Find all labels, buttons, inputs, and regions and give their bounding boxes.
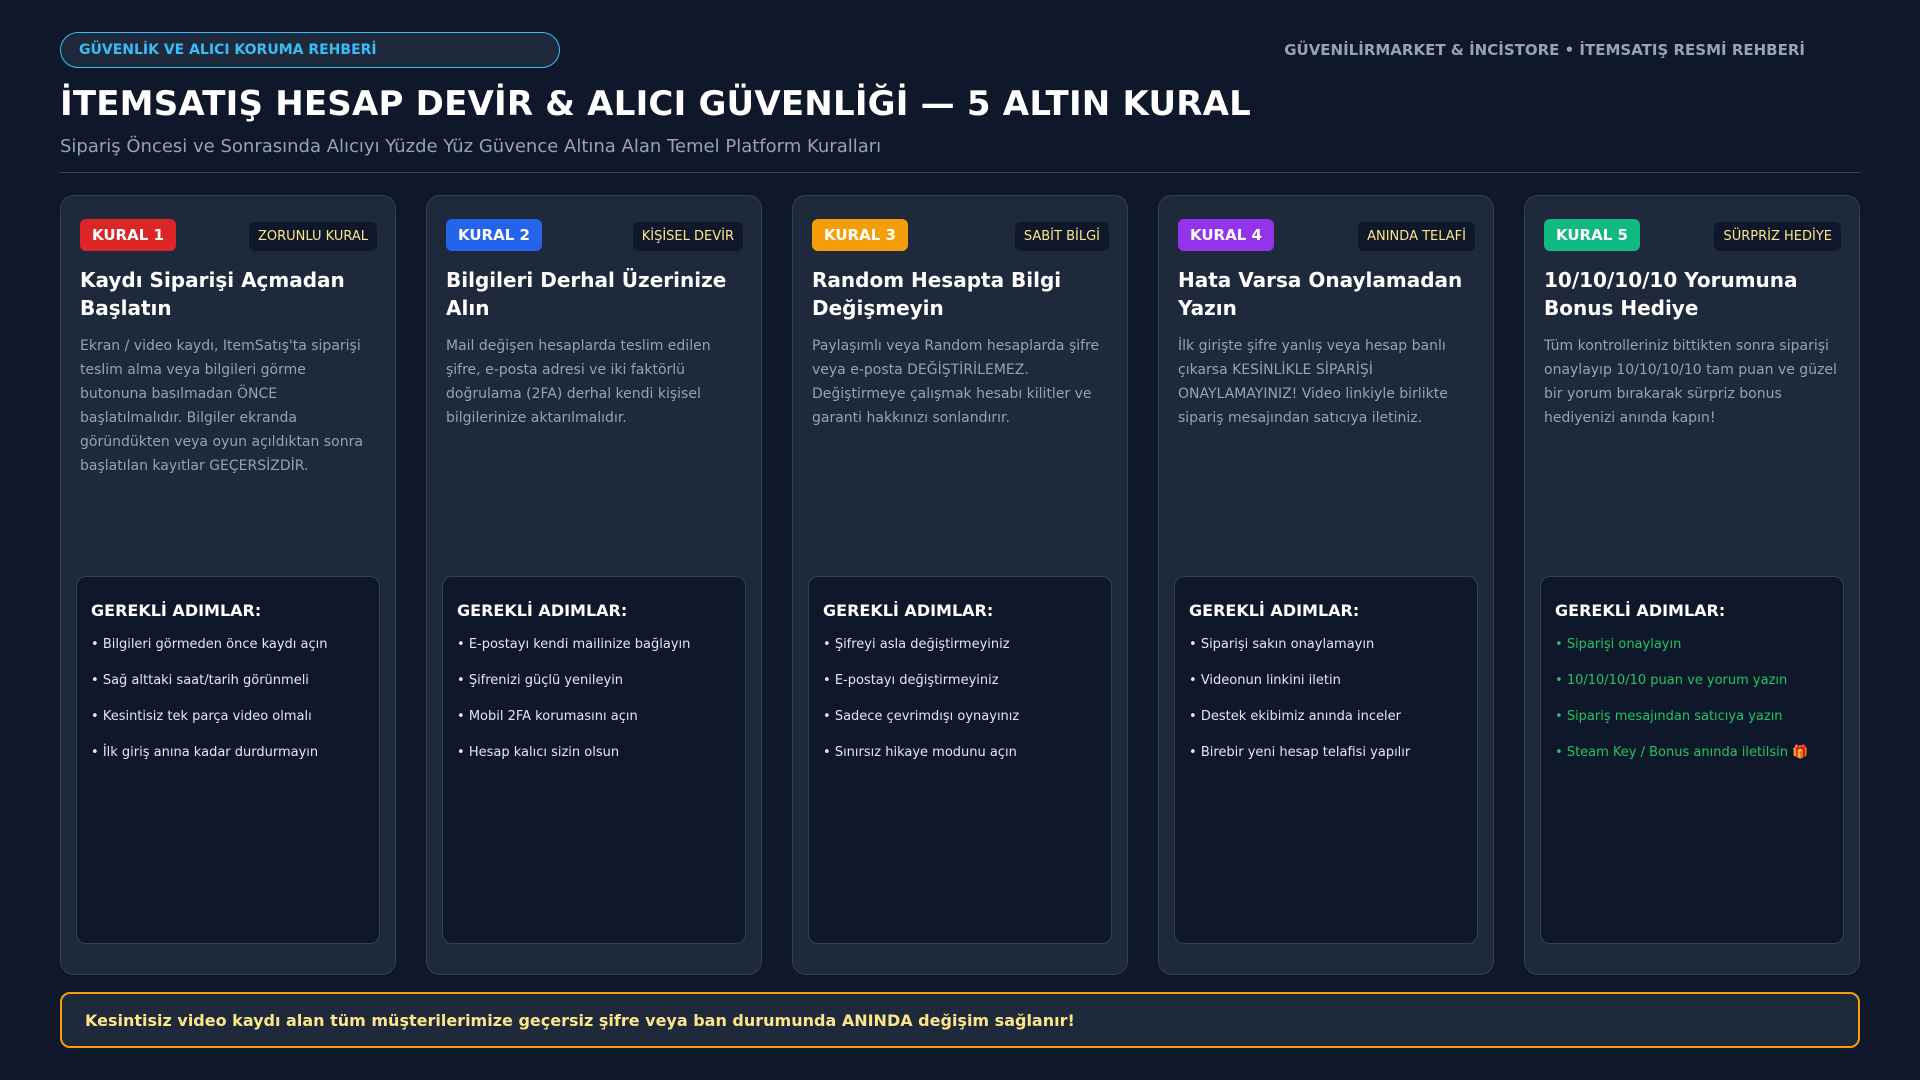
rule-card-3: KURAL 3 SABİT BİLGİ Random Hesapta Bilgi… [792,195,1128,975]
rule-tag: ZORUNLU KURAL [249,222,377,251]
page-title: İTEMSATIŞ HESAP DEVİR & ALICI GÜVENLİĞİ … [60,84,1252,124]
step-item: E-postayı kendi mailinize bağlayın [457,636,731,672]
steps-panel: GEREKLİ ADIMLAR: E-postayı kendi mailini… [442,576,746,944]
step-item: Birebir yeni hesap telafisi yapılır [1189,744,1463,780]
steps-panel: GEREKLİ ADIMLAR: Siparişi sakın onaylama… [1174,576,1478,944]
step-item: Sınırsız hikaye modunu açın [823,744,1097,780]
steps-list: Şifreyi asla değiştirmeyiniz E-postayı d… [823,636,1097,780]
step-item: Steam Key / Bonus anında iletilsin 🎁 [1555,744,1829,780]
step-item: 10/10/10/10 puan ve yorum yazın [1555,672,1829,708]
step-item: Sipariş mesajından satıcıya yazın [1555,708,1829,744]
step-item: Sağ alttaki saat/tarih görünmeli [91,672,365,708]
guarantee-banner: Kesintisiz video kaydı alan tüm müşteril… [60,992,1860,1048]
step-item: Bilgileri görmeden önce kaydı açın [91,636,365,672]
step-item: İlk giriş anına kadar durdurmayın [91,744,365,780]
rule-tag: ANINDA TELAFİ [1358,222,1475,251]
rule-title: Kaydı Siparişi Açmadan Başlatın [80,268,345,320]
rule-card-5: KURAL 5 SÜRPRİZ HEDİYE 10/10/10/10 Yorum… [1524,195,1860,975]
rule-badge: KURAL 5 [1544,219,1640,251]
step-item: Mobil 2FA korumasını açın [457,708,731,744]
steps-heading: GEREKLİ ADIMLAR: [91,601,262,620]
rule-tag: KİŞİSEL DEVİR [632,222,743,251]
rule-card-2: KURAL 2 KİŞİSEL DEVİR Bilgileri Derhal Ü… [426,195,762,975]
steps-panel: GEREKLİ ADIMLAR: Siparişi onaylayın 10/1… [1540,576,1844,944]
step-item: Şifreyi asla değiştirmeyiniz [823,636,1097,672]
rule-description: Ekran / video kaydı, ItemSatış'ta sipari… [80,338,363,474]
header-top: GÜVENLİK VE ALICI KORUMA REHBERİ GÜVENİL… [60,32,1805,68]
steps-heading: GEREKLİ ADIMLAR: [457,601,628,620]
rule-badge: KURAL 1 [80,219,176,251]
rule-description: Mail değişen hesaplarda teslim edilen şi… [446,338,711,426]
step-item: Hesap kalıcı sizin olsun [457,744,731,780]
rule-card-1: KURAL 1 ZORUNLU KURAL Kaydı Siparişi Açm… [60,195,396,975]
steps-heading: GEREKLİ ADIMLAR: [1555,601,1726,620]
step-item: Destek ekibimiz anında inceler [1189,708,1463,744]
rules-card-row: KURAL 1 ZORUNLU KURAL Kaydı Siparişi Açm… [60,195,1860,975]
guide-badge: GÜVENLİK VE ALICI KORUMA REHBERİ [60,32,560,68]
brand-text: GÜVENİLİRMARKET & İNCİSTORE • İTEMSATIŞ … [1284,41,1805,59]
steps-heading: GEREKLİ ADIMLAR: [1189,601,1360,620]
rule-title: Hata Varsa Onaylamadan Yazın [1178,268,1463,320]
steps-list: Siparişi sakın onaylamayın Videonun link… [1189,636,1463,780]
rule-card-4: KURAL 4 ANINDA TELAFİ Hata Varsa Onaylam… [1158,195,1494,975]
steps-list: Bilgileri görmeden önce kaydı açın Sağ a… [91,636,365,780]
rule-tag: SÜRPRİZ HEDİYE [1714,222,1841,251]
header-divider [60,172,1860,173]
rule-badge: KURAL 3 [812,219,908,251]
rule-title: Bilgileri Derhal Üzerinize Alın [446,268,727,320]
steps-list: Siparişi onaylayın 10/10/10/10 puan ve y… [1555,636,1829,780]
rule-description: Tüm kontrolleriniz bittikten sonra sipar… [1544,338,1837,426]
steps-list: E-postayı kendi mailinize bağlayın Şifre… [457,636,731,780]
rule-title: Random Hesapta Bilgi Değişmeyin [812,268,1062,320]
step-item: Kesintisiz tek parça video olmalı [91,708,365,744]
rule-badge: KURAL 4 [1178,219,1274,251]
step-item: Sadece çevrimdışı oynayınız [823,708,1097,744]
step-item: Siparişi sakın onaylamayın [1189,636,1463,672]
step-item: Siparişi onaylayın [1555,636,1829,672]
rule-description: Paylaşımlı veya Random hesaplarda şifre … [812,338,1100,426]
step-item: E-postayı değiştirmeyiniz [823,672,1097,708]
steps-heading: GEREKLİ ADIMLAR: [823,601,994,620]
steps-panel: GEREKLİ ADIMLAR: Şifreyi asla değiştirme… [808,576,1112,944]
step-item: Şifrenizi güçlü yenileyin [457,672,731,708]
rule-title: 10/10/10/10 Yorumuna Bonus Hediye [1544,268,1798,320]
rule-description: İlk girişte şifre yanlış veya hesap banl… [1178,338,1448,426]
step-item: Videonun linkini iletin [1189,672,1463,708]
rule-tag: SABİT BİLGİ [1014,222,1109,251]
steps-panel: GEREKLİ ADIMLAR: Bilgileri görmeden önce… [76,576,380,944]
rule-badge: KURAL 2 [446,219,542,251]
page-subtitle: Sipariş Öncesi ve Sonrasında Alıcıyı Yüz… [60,136,882,157]
